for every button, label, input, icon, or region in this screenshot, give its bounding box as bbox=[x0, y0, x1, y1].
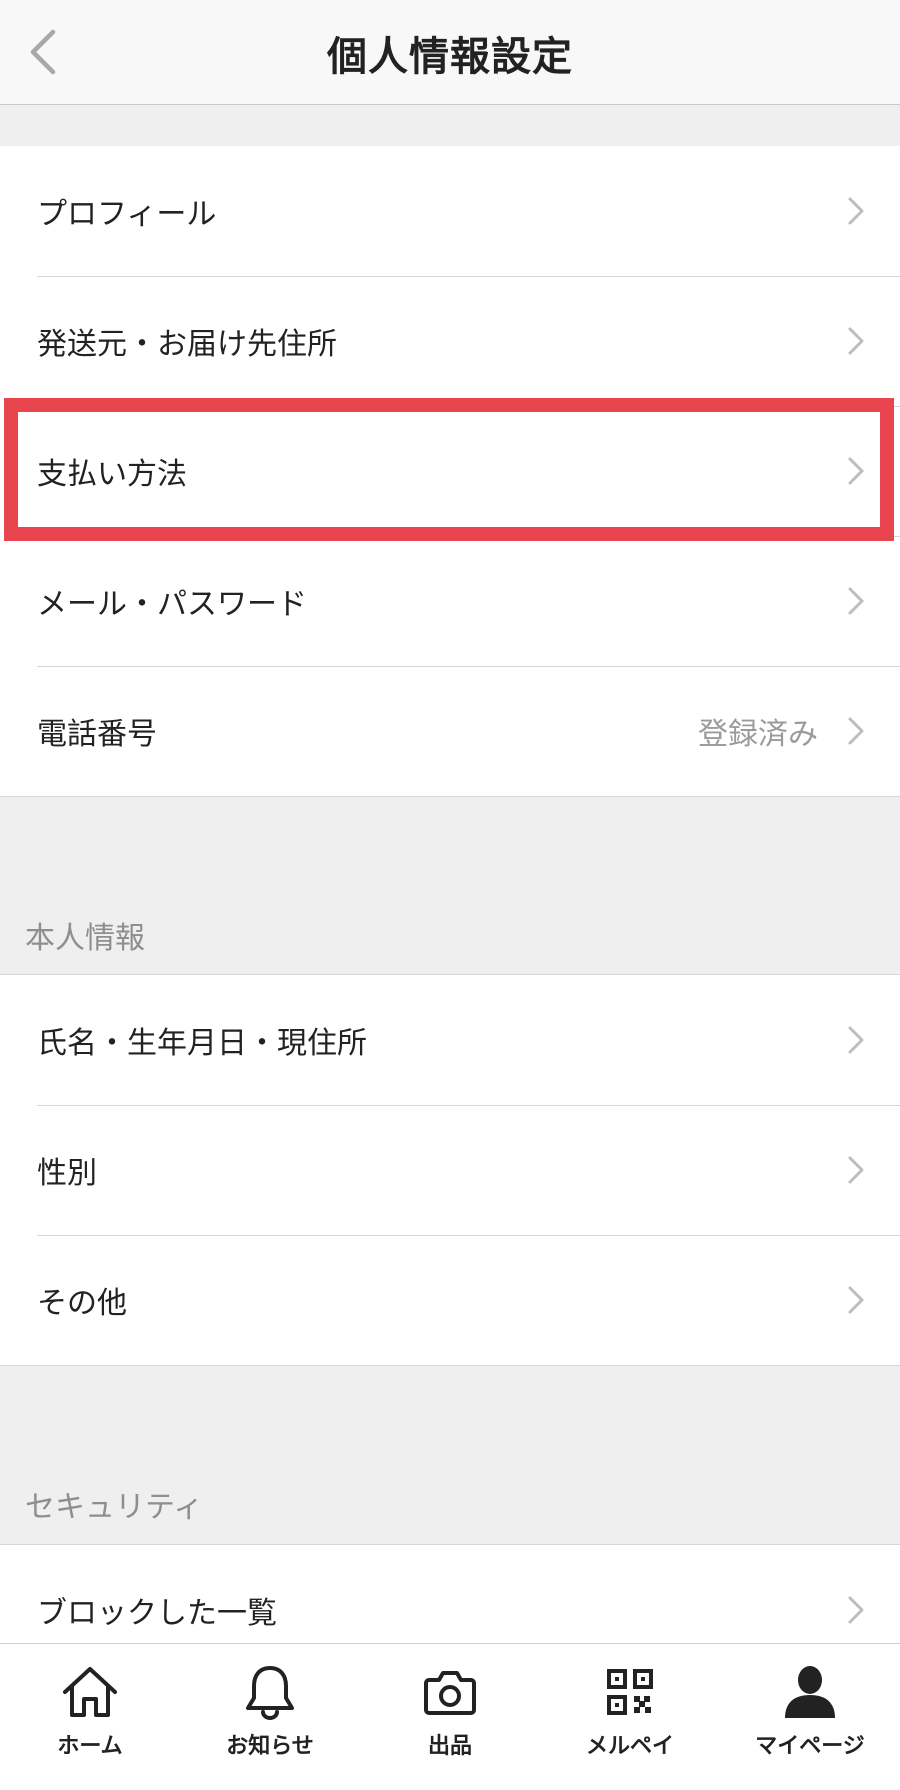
chevron-right-icon bbox=[844, 1152, 868, 1188]
chevron-right-icon bbox=[844, 323, 868, 359]
tab-merpay[interactable]: メルペイ bbox=[540, 1644, 720, 1790]
settings-item-label: プロフィール bbox=[37, 197, 217, 232]
person-icon bbox=[780, 1662, 840, 1722]
settings-item-label: 氏名・生年月日・現住所 bbox=[37, 1026, 367, 1061]
settings-item-label: 支払い方法 bbox=[37, 457, 187, 492]
settings-item-label: 電話番号 bbox=[37, 717, 157, 752]
tab-bar: ホーム お知らせ 出品 メルペイ マイページ bbox=[0, 1643, 900, 1790]
settings-item-label: メール・パスワード bbox=[37, 587, 307, 622]
chevron-right-icon bbox=[844, 453, 868, 489]
settings-item-profile[interactable]: プロフィール bbox=[0, 146, 900, 276]
qr-code-icon bbox=[600, 1662, 660, 1722]
settings-item-other[interactable]: その他 bbox=[0, 1235, 900, 1365]
camera-icon bbox=[420, 1662, 480, 1722]
chevron-right-icon bbox=[844, 193, 868, 229]
account-settings-group: プロフィール 発送元・お届け先住所 支払い方法 メール・パスワード 電話番号 登… bbox=[0, 146, 900, 797]
section-heading-security: セキュリティ bbox=[25, 1490, 204, 1525]
settings-item-label: その他 bbox=[37, 1286, 127, 1321]
settings-item-label: 性別 bbox=[37, 1156, 97, 1191]
chevron-right-icon bbox=[844, 583, 868, 619]
personal-info-group: 氏名・生年月日・現住所 性別 その他 bbox=[0, 974, 900, 1366]
tab-label: お知らせ bbox=[226, 1734, 314, 1759]
chevron-right-icon bbox=[844, 713, 868, 749]
tab-listing[interactable]: 出品 bbox=[360, 1644, 540, 1790]
settings-item-phone[interactable]: 電話番号 登録済み bbox=[0, 666, 900, 796]
tab-label: マイページ bbox=[755, 1734, 865, 1759]
settings-item-name-birthday-address[interactable]: 氏名・生年月日・現住所 bbox=[0, 975, 900, 1105]
settings-item-payment-method[interactable]: 支払い方法 bbox=[0, 406, 900, 536]
chevron-right-icon bbox=[844, 1022, 868, 1058]
screen: 個人情報設定 プロフィール 発送元・お届け先住所 支払い方法 メール・パスワード bbox=[0, 0, 900, 1790]
settings-item-address[interactable]: 発送元・お届け先住所 bbox=[0, 276, 900, 406]
settings-item-label: ブロックした一覧 bbox=[37, 1596, 277, 1631]
chevron-right-icon bbox=[844, 1592, 868, 1628]
tab-home[interactable]: ホーム bbox=[0, 1644, 180, 1790]
chevron-right-icon bbox=[844, 1282, 868, 1318]
section-heading-personal-info: 本人情報 bbox=[25, 921, 145, 956]
nav-header: 個人情報設定 bbox=[0, 0, 900, 105]
settings-item-email-password[interactable]: メール・パスワード bbox=[0, 536, 900, 666]
tab-notifications[interactable]: お知らせ bbox=[180, 1644, 360, 1790]
tab-label: 出品 bbox=[427, 1734, 472, 1759]
settings-item-gender[interactable]: 性別 bbox=[0, 1105, 900, 1235]
tab-label: メルペイ bbox=[585, 1734, 674, 1759]
settings-item-label: 発送元・お届け先住所 bbox=[37, 327, 337, 362]
tab-mypage[interactable]: マイページ bbox=[720, 1644, 900, 1790]
tab-label: ホーム bbox=[57, 1734, 123, 1759]
status-value: 登録済み bbox=[698, 717, 818, 752]
page-title: 個人情報設定 bbox=[327, 33, 573, 80]
home-icon bbox=[60, 1662, 120, 1722]
bell-icon bbox=[240, 1662, 300, 1722]
